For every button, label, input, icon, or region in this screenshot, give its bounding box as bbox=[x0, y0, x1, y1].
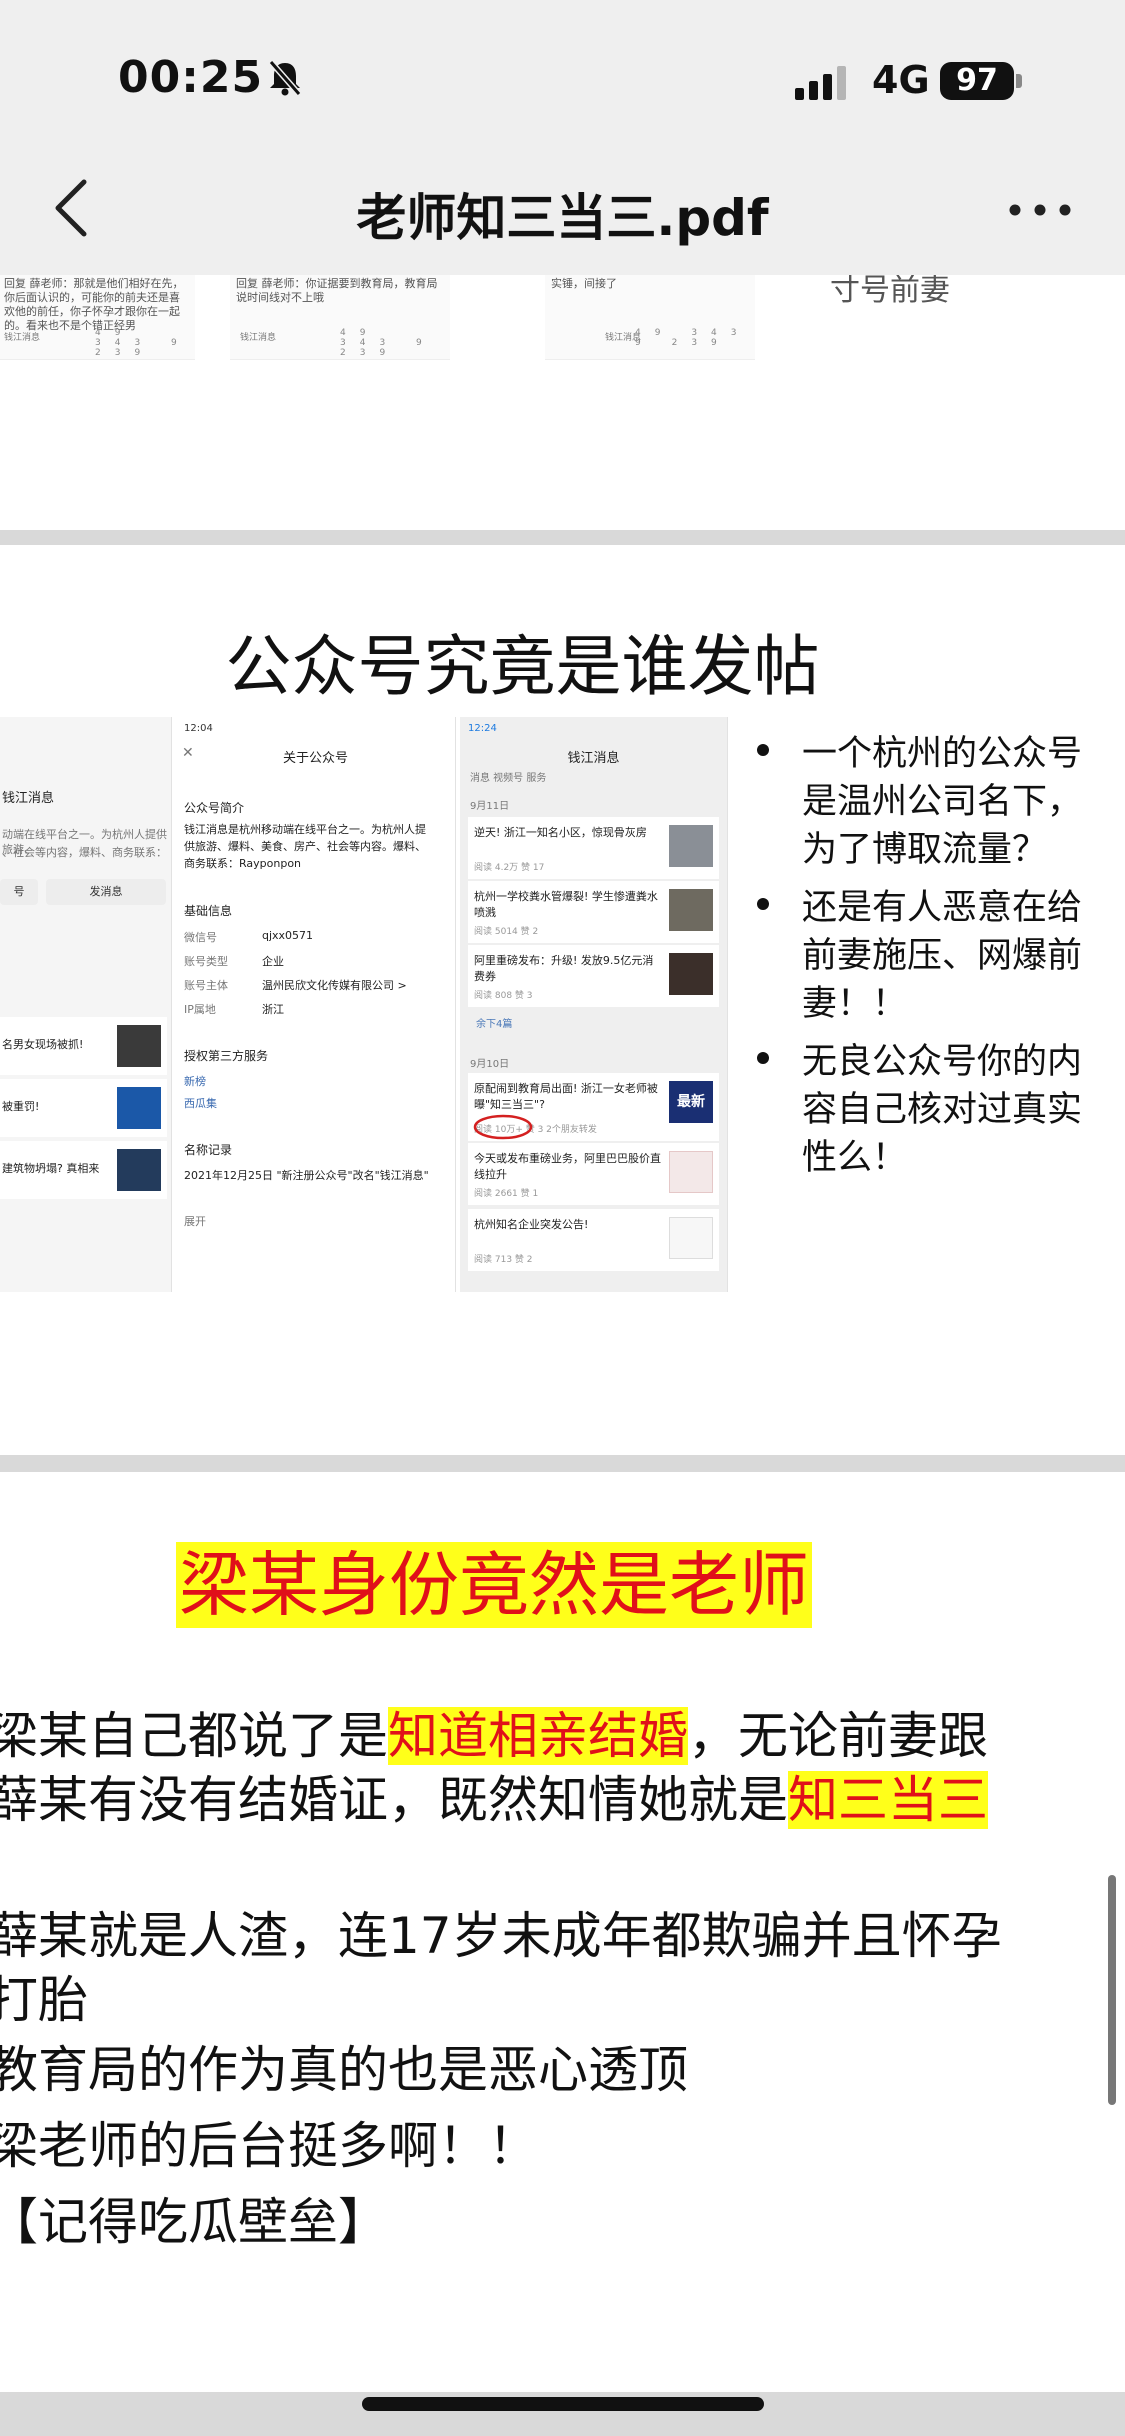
shot-time: 12:24 bbox=[468, 723, 497, 734]
reaction-counts: 49 343 9 239 bbox=[340, 328, 436, 358]
screenshot-account-home: 钱江消息 动端在线平台之一。为杭州人提供旅游、 、社会等内容，爆料、商务联系： … bbox=[0, 717, 172, 1292]
network-type: 4G bbox=[872, 58, 930, 102]
comment-footer: 钱江消息 bbox=[240, 333, 277, 343]
news-thumbnail bbox=[117, 1149, 161, 1191]
bullet-item: 一个杭州的公众号是温州公司名下，为了博取流量？ bbox=[752, 730, 1092, 874]
red-circle-annotation bbox=[473, 1114, 533, 1140]
paragraph: 教育局的作为真的也是恶心透顶 bbox=[0, 2041, 688, 2099]
paragraph: 薛某就是人渣，连17岁未成年都欺骗并且怀孕打胎 bbox=[0, 1907, 1002, 2029]
pdf-page-1: 回复 薛老师：那就是他们相好在先，你后面认识的，可能你的前夫还是喜欢他的前任，你… bbox=[0, 275, 1125, 530]
intro-text: 钱江消息是杭州移动端在线平台之一。为杭州人提供旅游、爆料、美食、房产、社会等内容… bbox=[184, 823, 426, 870]
status-bar: 00:25 4G 97 bbox=[0, 0, 1125, 140]
comment-card: 回复 薛老师：那就是他们相好在先，你后面认识的，可能你的前夫还是喜欢他的前任，你… bbox=[0, 275, 195, 360]
basic-info-label: 基础信息 bbox=[184, 904, 233, 918]
name-record-label: 名称记录 bbox=[184, 1143, 233, 1157]
highlight-text: 知道相亲结婚 bbox=[388, 1707, 688, 1765]
article-item: 杭州一学校粪水管爆裂! 学生惨遭粪水喷溅 阅读 5014 赞 2 bbox=[468, 881, 719, 943]
article-thumbnail bbox=[669, 953, 713, 995]
comment-footer: 钱江消息 bbox=[4, 333, 41, 343]
highlight-text: 知三当三 bbox=[788, 1771, 988, 1829]
screenshot-about-account: 12:04 ✕ 关于公众号 公众号简介 钱江消息是杭州移动端在线平台之一。为杭州… bbox=[176, 717, 456, 1292]
auth-service: 新榜 bbox=[184, 1075, 206, 1088]
ip-location: 浙江 bbox=[262, 1003, 284, 1016]
battery-icon: 97 bbox=[940, 62, 1014, 100]
nav-bar: 老师知三当三.pdf bbox=[0, 140, 1125, 275]
bullet-item: 无良公众号你的内容自己核对过真实性么！ bbox=[752, 1038, 1092, 1182]
bullet-dot bbox=[757, 898, 769, 910]
bullet-item: 还是有人恶意在给前妻施压、网爆前妻！！ bbox=[752, 884, 1092, 1028]
more-options-icon[interactable] bbox=[1005, 200, 1075, 220]
article-item: 今天或发布重磅业务，阿里巴巴股价直线拉升 阅读 2661 赞 1 bbox=[468, 1143, 719, 1205]
news-thumbnail bbox=[117, 1025, 161, 1067]
bell-muted-icon bbox=[268, 60, 302, 96]
account-type: 企业 bbox=[262, 955, 284, 968]
signal-icon bbox=[795, 66, 846, 100]
name-record: 2021年12月25日 "新注册公众号"改名"钱江消息" bbox=[184, 1169, 429, 1182]
news-item: 建筑物坍塌? 真相来 bbox=[0, 1141, 167, 1199]
article-thumbnail bbox=[669, 1217, 713, 1259]
shot-time: 12:04 bbox=[184, 723, 213, 734]
auth-service: 西瓜集 bbox=[184, 1097, 217, 1110]
home-indicator[interactable] bbox=[362, 2397, 764, 2411]
account-name: 钱江消息 bbox=[2, 791, 55, 806]
shot-header: 关于公众号 bbox=[282, 751, 348, 766]
slide-title: 公众号究竟是谁发帖 bbox=[225, 628, 820, 705]
comment-card: 回复 薛老师：你证据要到教育局，教育局说时间线对不上哦 钱江消息 49 343 … bbox=[230, 275, 450, 360]
expand-link: 展开 bbox=[184, 1215, 206, 1228]
article-item: 原配闹到教育局出面! 浙江一女老师被曝"知三当三"? 阅读 10万+ 赞 3 2… bbox=[468, 1073, 719, 1141]
shot-tabs: 消息 视频号 服务 bbox=[470, 773, 547, 784]
paragraph: 梁老师的后台挺多啊！！ bbox=[0, 2117, 538, 2175]
auth-label: 授权第三方服务 bbox=[184, 1049, 269, 1063]
article-thumbnail bbox=[669, 1151, 713, 1193]
battery-tip bbox=[1016, 74, 1022, 88]
page1-tail-text: 寸号前妻 bbox=[830, 275, 950, 308]
more-articles-link: 余下4篇 bbox=[476, 1019, 513, 1030]
article-item: 杭州知名企业突发公告! 阅读 713 赞 2 bbox=[468, 1209, 719, 1271]
date-label: 9月10日 bbox=[470, 1059, 510, 1070]
bullet-list: 一个杭州的公众号是温州公司名下，为了博取流量？ 还是有人恶意在给前妻施压、网爆前… bbox=[752, 730, 1092, 1192]
article-item: 逆天! 浙江一知名小区，惊现骨灰房 阅读 4.2万 赞 17 bbox=[468, 817, 719, 879]
screenshot-article-list: 12:24 钱江消息 消息 视频号 服务 9月11日 逆天! 浙江一知名小区，惊… bbox=[460, 717, 728, 1292]
news-item: 被重罚! bbox=[0, 1079, 167, 1137]
intro-label: 公众号简介 bbox=[184, 801, 245, 815]
comment-text: 回复 薛老师：那就是他们相好在先，你后面认识的，可能你的前夫还是喜欢他的前任，你… bbox=[4, 277, 184, 332]
article-thumbnail bbox=[669, 889, 713, 931]
account-intro: 、社会等内容，爆料、商务联系： bbox=[2, 846, 167, 859]
pdf-page-2: 公众号究竟是谁发帖 钱江消息 动端在线平台之一。为杭州人提供旅游、 、社会等内容… bbox=[0, 545, 1125, 1455]
badge-new: 最新 bbox=[669, 1081, 713, 1123]
news-item: 名男女现场被抓! bbox=[0, 1017, 167, 1075]
article-item: 阿里重磅发布：升级! 发放9.5亿元消费券 阅读 808 赞 3 bbox=[468, 945, 719, 1007]
paragraph: 梁某自己都说了是知道相亲结婚，无论前妻跟薛某有没有结婚证，既然知情她就是知三当三 bbox=[0, 1707, 988, 1829]
article-thumbnail bbox=[669, 825, 713, 867]
shot-header: 钱江消息 bbox=[567, 751, 620, 766]
comment-card: 实锤，间接了 钱江消息 49 343 9 239 bbox=[545, 275, 755, 360]
account-entity: 温州民欣文化传媒有限公司 > bbox=[262, 979, 407, 992]
bullet-dot bbox=[757, 744, 769, 756]
reaction-counts: 49 343 9 239 bbox=[635, 328, 751, 348]
scrollbar-thumb[interactable] bbox=[1108, 1875, 1116, 2105]
wechat-id: qjxx0571 bbox=[262, 929, 314, 942]
status-time: 00:25 bbox=[118, 52, 264, 103]
pdf-page-3: 梁某身份竟然是老师 梁某自己都说了是知道相亲结婚，无论前妻跟薛某有没有结婚证，既… bbox=[0, 1472, 1125, 2392]
news-thumbnail bbox=[117, 1087, 161, 1129]
send-message-button: 发消息 bbox=[46, 879, 166, 905]
reaction-counts: 49 343 9 239 bbox=[95, 328, 191, 358]
document-title: 老师知三当三.pdf bbox=[356, 189, 769, 247]
paragraph: 【记得吃瓜壁垒】 bbox=[0, 2193, 388, 2251]
comment-text: 回复 薛老师：你证据要到教育局，教育局说时间线对不上哦 bbox=[236, 277, 438, 304]
page3-title: 梁某身份竟然是老师 bbox=[176, 1542, 812, 1628]
bullet-dot bbox=[757, 1052, 769, 1064]
comment-text: 实锤，间接了 bbox=[551, 277, 617, 290]
date-label: 9月11日 bbox=[470, 801, 510, 812]
follow-button: 号 bbox=[0, 879, 38, 905]
